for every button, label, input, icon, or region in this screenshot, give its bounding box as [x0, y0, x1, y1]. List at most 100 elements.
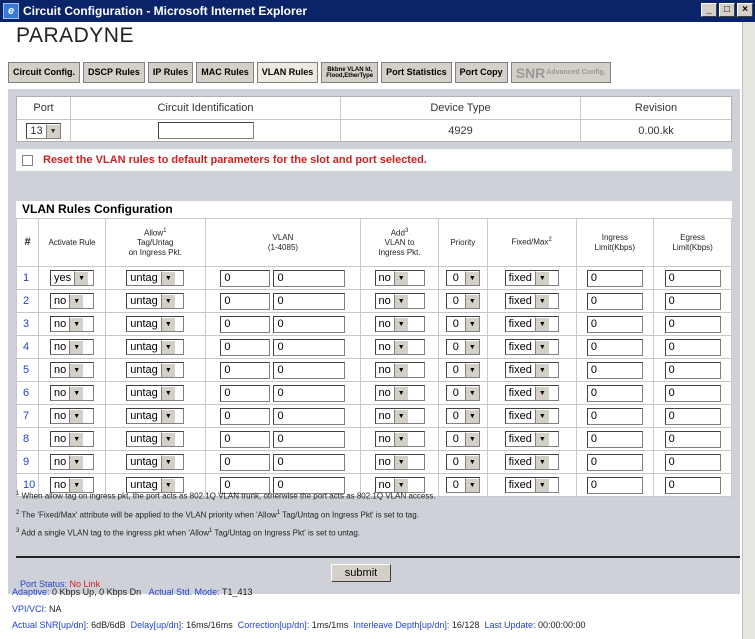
fixed-max-select[interactable]: fixed ▼	[504, 339, 559, 355]
circuit-id-input[interactable]	[157, 122, 254, 139]
priority-select[interactable]: 0 ▼	[445, 270, 480, 286]
activate-rule-select[interactable]: no ▼	[50, 316, 94, 332]
egress-limit-input[interactable]	[664, 292, 721, 310]
vlan-start-input[interactable]	[220, 361, 271, 379]
allow-tag-select[interactable]: untag ▼	[126, 362, 185, 378]
add-vlan-select[interactable]: no ▼	[374, 431, 425, 447]
vlan-end-input[interactable]	[273, 361, 346, 379]
fixed-max-select[interactable]: fixed ▼	[504, 408, 559, 424]
priority-select[interactable]: 0 ▼	[445, 316, 480, 332]
egress-limit-input[interactable]	[664, 361, 721, 379]
egress-limit-input[interactable]	[664, 269, 721, 287]
maximize-button[interactable]: □	[719, 3, 735, 17]
vlan-start-input[interactable]	[220, 384, 271, 402]
priority-select[interactable]: 0 ▼	[445, 293, 480, 309]
add-vlan-select[interactable]: no ▼	[374, 454, 425, 470]
egress-limit-input[interactable]	[664, 430, 721, 448]
allow-cell: untag ▼	[104, 266, 206, 290]
priority-select[interactable]: 0 ▼	[445, 339, 480, 355]
tab-vlan-rules[interactable]: VLAN Rules	[256, 62, 319, 83]
fixed-max-select[interactable]: fixed ▼	[504, 454, 559, 470]
submit-button[interactable]: submit	[331, 564, 391, 582]
vertical-scrollbar[interactable]	[742, 22, 755, 639]
fixed-max-select[interactable]: fixed ▼	[504, 316, 559, 332]
vlan-end-input[interactable]	[273, 384, 346, 402]
add-vlan-select[interactable]: no ▼	[374, 362, 425, 378]
ingress-limit-input[interactable]	[586, 407, 643, 425]
vlan-end-input[interactable]	[273, 430, 346, 448]
egress-limit-input[interactable]	[664, 338, 721, 356]
activate-rule-select[interactable]: yes ▼	[50, 270, 94, 286]
allow-tag-select[interactable]: untag ▼	[126, 385, 185, 401]
allow-tag-select[interactable]: untag ▼	[126, 270, 185, 286]
ingress-limit-input[interactable]	[586, 292, 643, 310]
add-vlan-select[interactable]: no ▼	[374, 339, 425, 355]
vlan-start-input[interactable]	[220, 292, 271, 310]
ingress-limit-input[interactable]	[586, 269, 643, 287]
add-vlan-select[interactable]: no ▼	[374, 270, 425, 286]
close-button[interactable]: ×	[737, 3, 753, 17]
priority-select[interactable]: 0 ▼	[445, 408, 480, 424]
vlan-start-input[interactable]	[220, 315, 271, 333]
ingress-limit-input[interactable]	[586, 315, 643, 333]
vlan-start-input[interactable]	[220, 338, 271, 356]
fixed-max-select[interactable]: fixed ▼	[504, 385, 559, 401]
allow-tag-select[interactable]: untag ▼	[126, 431, 185, 447]
priority-select[interactable]: 0 ▼	[445, 385, 480, 401]
activate-rule-select[interactable]: no ▼	[50, 385, 94, 401]
fixed-max-select[interactable]: fixed ▼	[504, 362, 559, 378]
ingress-limit-input[interactable]	[586, 384, 643, 402]
egress-limit-input[interactable]	[664, 315, 721, 333]
vlan-end-input[interactable]	[273, 407, 346, 425]
ingress-limit-input[interactable]	[586, 453, 643, 471]
fixed-max-select[interactable]: fixed ▼	[504, 431, 559, 447]
allow-tag-select[interactable]: untag ▼	[126, 316, 185, 332]
vlan-start-input[interactable]	[220, 407, 271, 425]
allow-tag-select[interactable]: untag ▼	[126, 293, 185, 309]
tab-port-copy[interactable]: Port Copy	[454, 62, 508, 83]
ingress-limit-input[interactable]	[586, 338, 643, 356]
ingress-limit-input[interactable]	[586, 430, 643, 448]
ingress-limit-input[interactable]	[586, 361, 643, 379]
allow-tag-select[interactable]: untag ▼	[126, 454, 185, 470]
reset-checkbox[interactable]	[22, 154, 33, 166]
minimize-button[interactable]: _	[701, 3, 717, 17]
vlan-end-input[interactable]	[273, 269, 346, 287]
egress-limit-input[interactable]	[664, 453, 721, 471]
vlan-end-input[interactable]	[273, 338, 346, 356]
allow-tag-select[interactable]: untag ▼	[126, 339, 185, 355]
add-vlan-select[interactable]: no ▼	[374, 293, 425, 309]
add-vlan-select[interactable]: no ▼	[374, 316, 425, 332]
vlan-start-input[interactable]	[220, 269, 271, 287]
vlan-start-input[interactable]	[220, 430, 271, 448]
add-vlan-select[interactable]: no ▼	[374, 385, 425, 401]
fixed-max-select[interactable]: fixed ▼	[504, 270, 559, 286]
vlan-end-input[interactable]	[273, 453, 346, 471]
egress-limit-input[interactable]	[664, 384, 721, 402]
activate-rule-select[interactable]: no ▼	[50, 408, 94, 424]
activate-rule-select[interactable]: no ▼	[50, 339, 94, 355]
activate-rule-select[interactable]: no ▼	[50, 431, 94, 447]
tab-mac-rules[interactable]: MAC Rules	[196, 62, 254, 83]
activate-rule-select[interactable]: no ▼	[50, 293, 94, 309]
activate-rule-select[interactable]: no ▼	[50, 454, 94, 470]
vlan-end-input[interactable]	[273, 292, 346, 310]
priority-select[interactable]: 0 ▼	[445, 431, 480, 447]
activate-cell: no ▼	[38, 404, 106, 428]
tab-port-statistics[interactable]: Port Statistics	[381, 62, 452, 83]
vlan-end-input[interactable]	[273, 315, 346, 333]
priority-select[interactable]: 0 ▼	[445, 454, 480, 470]
add-vlan-select[interactable]: no ▼	[374, 408, 425, 424]
tab-snr-advanced-config[interactable]: SNR Advanced Config.	[510, 62, 611, 83]
tab-bkbne-vlan[interactable]: Bkbne VLAN Id, Flood,EtherType	[321, 62, 379, 83]
vlan-start-input[interactable]	[220, 453, 271, 471]
tab-circuit-config[interactable]: Circuit Config.	[8, 62, 80, 83]
tab-dscp-rules[interactable]: DSCP Rules	[83, 62, 145, 83]
priority-select[interactable]: 0 ▼	[445, 362, 480, 378]
tab-ip-rules[interactable]: IP Rules	[147, 62, 194, 83]
egress-limit-input[interactable]	[664, 407, 721, 425]
activate-rule-select[interactable]: no ▼	[50, 362, 94, 378]
allow-tag-select[interactable]: untag ▼	[126, 408, 185, 424]
fixed-max-select[interactable]: fixed ▼	[504, 293, 559, 309]
port-select[interactable]: 13 ▼	[26, 122, 61, 139]
